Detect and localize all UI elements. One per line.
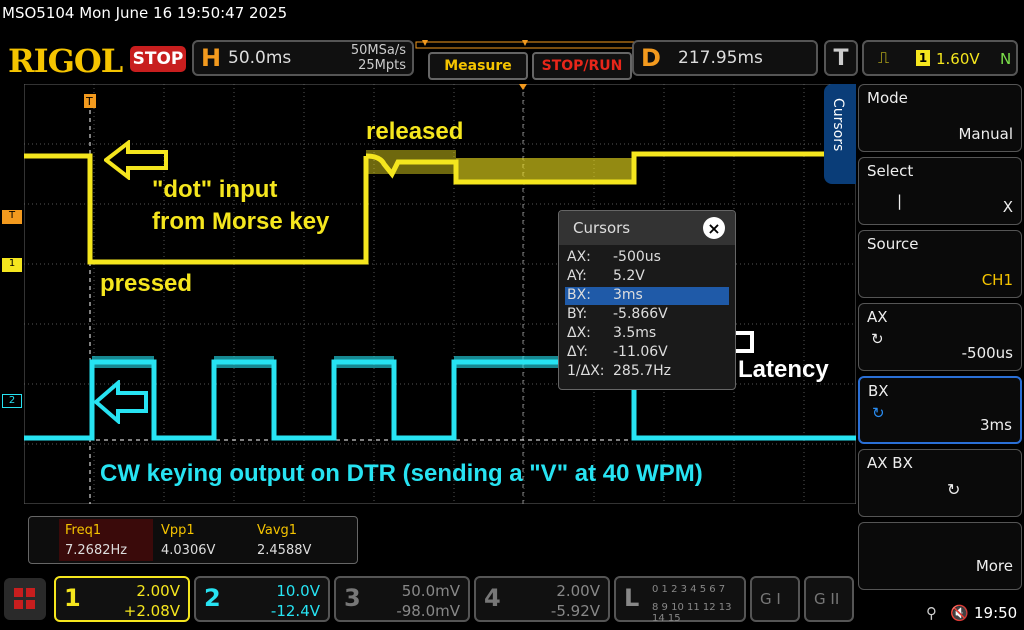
cursor-row-dx: ΔX: 3.5ms [567, 325, 657, 341]
ch4-settings[interactable]: 4 2.00V -5.92V [474, 576, 610, 622]
trigger-source: 1 [916, 50, 930, 66]
cyan-arrow-icon [94, 380, 148, 424]
main-menu-button[interactable] [4, 578, 46, 620]
horizontal-settings[interactable]: H 50.0ms 50MSa/s 25Mpts [192, 40, 414, 76]
cursor-row-ax: AX: -500us [567, 249, 661, 265]
yellow-arrow-icon [104, 140, 168, 180]
logic-analyzer-settings[interactable]: L 0 1 2 3 4 5 6 7 8 9 10 11 12 13 14 15 [614, 576, 746, 624]
delay-settings[interactable]: D 217.95ms [632, 40, 818, 76]
menu-bx[interactable]: BX ↻ 3ms [858, 376, 1022, 444]
clock: 19:50 [974, 604, 1018, 622]
measurement-freq: Freq1 7.2682Hz [59, 519, 153, 561]
ch3-settings[interactable]: 3 50.0mV -98.0mV [334, 576, 470, 622]
cursor-row-ay: AY: 5.2V [567, 268, 645, 284]
measurement-vavg: Vavg1 2.4588V [257, 523, 312, 558]
trigger-level-marker[interactable]: T [2, 210, 22, 224]
trigger-level: 1.60V [936, 50, 980, 68]
measurement-vpp: Vpp1 4.0306V [161, 523, 216, 558]
generator-1-button[interactable]: G I [750, 576, 800, 622]
released-label: released [366, 118, 464, 145]
cw-output-label: CW keying output on DTR (sending a "V" a… [100, 460, 703, 487]
cursor-row-inv-dx: 1/ΔX: 285.7Hz [567, 363, 671, 379]
run-state-indicator[interactable]: STOP [130, 46, 186, 72]
usb-icon: ⚲ [926, 604, 937, 622]
ch1-offset-marker[interactable]: 1 [2, 258, 22, 272]
cursor-row-dy: ΔY: -11.06V [567, 344, 668, 360]
ch2-offset-marker[interactable]: 2 [2, 394, 22, 408]
dot-input-label-2: from Morse key [152, 208, 330, 235]
menu-mode[interactable]: Mode Manual [858, 84, 1022, 152]
menu-ax[interactable]: AX ↻ -500us [858, 303, 1022, 371]
dot-input-label-1: "dot" input [152, 176, 278, 203]
svg-text:T: T [85, 95, 93, 108]
ch1-settings[interactable]: 1 2.00V +2.08V [54, 576, 190, 622]
select-separator-icon: | [897, 192, 903, 210]
speaker-mute-icon[interactable]: 🔇 [950, 604, 969, 622]
cursors-side-tab[interactable]: Cursors [824, 84, 856, 184]
timebase-value: 50.0ms [228, 48, 292, 68]
menu-more[interactable]: More [858, 522, 1022, 590]
memory-depth: 25Mpts [358, 58, 406, 73]
trigger-letter: T [833, 45, 849, 71]
close-icon[interactable]: × [703, 217, 725, 239]
generator-2-button[interactable]: G II [804, 576, 854, 622]
rigol-logo: RIGOL [8, 42, 123, 80]
trigger-mode: N [1000, 50, 1012, 68]
menu-ax-bx[interactable]: AX BX ↻ [858, 449, 1022, 517]
trigger-edge-icon: ⎍ [878, 48, 890, 67]
knob-icon: ↻ [872, 404, 885, 422]
cursors-panel-title: Cursors [573, 219, 631, 237]
horizontal-letter: H [200, 44, 222, 72]
menu-source[interactable]: Source CH1 [858, 230, 1022, 298]
stop-run-button[interactable]: STOP/RUN [532, 52, 632, 80]
delay-value: 217.95ms [678, 48, 763, 68]
measure-button[interactable]: Measure [428, 52, 528, 80]
measurement-bar: Freq1 7.2682Hz Vpp1 4.0306V Vavg1 2.4588… [28, 516, 358, 564]
cursor-row-by: BY: -5.866V [567, 306, 668, 322]
delay-letter: D [641, 44, 661, 72]
grid-menu-icon [14, 588, 35, 609]
trigger-position-strip [415, 40, 635, 49]
cursor-row-bx: BX: 3ms [565, 287, 729, 305]
ch2-settings[interactable]: 2 10.0V -12.4V [194, 576, 330, 622]
menu-select[interactable]: Select | X [858, 157, 1022, 225]
sample-rate: 50MSa/s [350, 43, 406, 58]
link-knob-icon: ↻ [947, 480, 961, 499]
status-line: MSO5104 Mon June 16 19:50:47 2025 [2, 4, 288, 22]
pressed-label: pressed [100, 270, 193, 297]
cursors-panel[interactable]: Cursors × AX: -500us AY: 5.2V BX: 3ms BY: -5… [558, 210, 736, 390]
knob-icon: ↻ [871, 330, 884, 348]
trigger-settings[interactable]: T ⎍ 1 1.60V N [824, 40, 1020, 76]
